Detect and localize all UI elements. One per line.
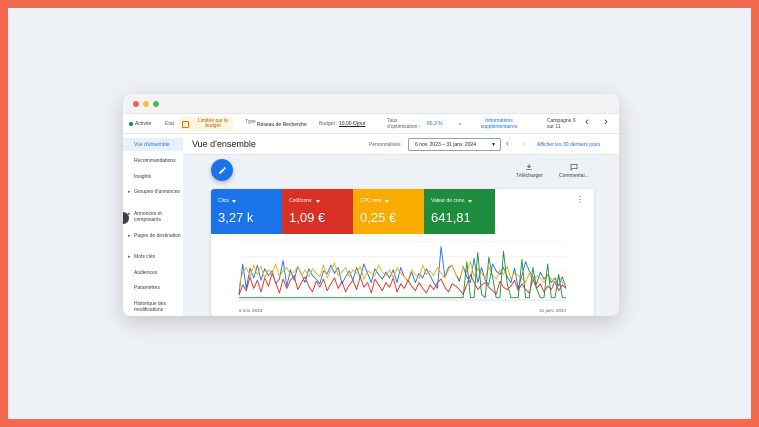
active-status-label: Activée <box>135 121 152 127</box>
metric-card-avg-cpc[interactable]: CPC moy. 0,25 € <box>353 189 424 234</box>
pencil-icon <box>218 166 226 174</box>
download-label: Télécharger <box>516 173 543 179</box>
metric-dropdown-icon <box>385 199 390 203</box>
budget-warning-icon <box>182 120 189 128</box>
metric-label: Valeur de conv. <box>431 198 466 204</box>
performance-card: Clics 3,27 k Coût/conv. 1,09 € CPC moy. … <box>211 189 594 316</box>
x-axis-end-label: 31 janv. 2024 <box>539 308 566 313</box>
date-range-value: 6 nov. 2023 – 31 janv. 2024 <box>415 141 476 148</box>
next-campaign-chevron-icon[interactable]: › <box>604 116 608 128</box>
metric-value: 3,27 k <box>218 210 254 225</box>
comment-icon <box>570 164 578 171</box>
sidebar-item-overview[interactable]: Vue d'ensemble <box>123 138 183 151</box>
metric-card-conv-value[interactable]: Valeur de conv. 641,81 <box>424 189 495 234</box>
previous-campaign-chevron-icon[interactable]: ‹ <box>585 116 589 128</box>
window-titlebar <box>123 94 619 114</box>
sidebar-item-label: Mots clés <box>134 254 156 260</box>
metric-label: Coût/conv. <box>289 198 313 204</box>
campaign-active-status[interactable]: Activée <box>129 121 151 127</box>
maximize-window-dot[interactable] <box>153 101 159 107</box>
expand-chevron-icon: ▸ <box>128 189 131 195</box>
previous-period-chevron-icon[interactable]: ‹ <box>506 138 509 148</box>
next-period-chevron-icon[interactable]: › <box>522 138 525 148</box>
optimization-score-label: Taux d'optimisation : <box>387 118 421 130</box>
campaign-status-bar: Activée État Limitée par le budget Type … <box>123 114 619 134</box>
sidebar-item-label: Recommandations <box>134 158 176 164</box>
budget-limited-label: Limitée par le budget <box>197 118 228 129</box>
sidebar-nav: Vue d'ensemble Recommandations Insights … <box>123 135 183 316</box>
metric-dropdown-icon <box>231 199 236 203</box>
sidebar-item-settings[interactable]: Paramètres <box>123 285 183 291</box>
sidebar-item-landing-pages[interactable]: ▸ Pages de destination <box>123 233 183 239</box>
more-info-link[interactable]: Informations supplémentaires <box>474 118 524 130</box>
budget-value-link[interactable]: 10,00 €/jour <box>339 121 365 127</box>
comment-button[interactable]: Commentai... <box>559 163 589 179</box>
metric-value: 0,25 € <box>360 210 397 225</box>
sidebar-item-change-history[interactable]: Historique des modifications <box>123 301 181 313</box>
minimize-window-dot[interactable] <box>143 101 149 107</box>
main-content: Vue d'ensemble Personnalisée 6 nov. 2023… <box>183 135 619 316</box>
metric-label: CPC moy. <box>360 198 383 204</box>
optimization-score-value[interactable]: 65,3 % <box>427 121 443 127</box>
budget-limited-badge[interactable]: Limitée par le budget <box>179 117 233 131</box>
budget-label: Budget : <box>319 121 338 127</box>
performance-line-chart: 6 nov. 2023 31 janv. 2024 <box>238 241 567 313</box>
page-header: Vue d'ensemble Personnalisée 6 nov. 2023… <box>183 135 619 155</box>
custom-range-label: Personnalisée <box>369 142 401 148</box>
campaign-type-label: Type <box>245 119 256 125</box>
campaign-counter: Campagne 6 sur 11 <box>547 118 576 130</box>
sidebar-item-label: Groupes d'annonces <box>134 189 180 195</box>
sidebar-item-label: Insights <box>134 174 152 180</box>
edit-fab-button[interactable] <box>211 159 233 181</box>
sidebar-item-ads-assets[interactable]: ▸ Annonces et composants <box>123 211 183 223</box>
last-30-days-link[interactable]: Afficher les 30 derniers jours <box>537 142 600 148</box>
status-expand-chevron-icon[interactable]: ⌄ <box>457 119 463 127</box>
date-range-picker[interactable]: 6 nov. 2023 – 31 janv. 2024 ▼ <box>408 138 501 151</box>
metric-dropdown-icon <box>315 199 320 203</box>
sidebar-item-label: Historique des modifications <box>134 301 166 313</box>
more-options-icon[interactable]: ⋮ <box>576 196 584 204</box>
expand-chevron-icon: ▸ <box>128 233 131 239</box>
metric-card-clicks[interactable]: Clics 3,27 k <box>211 189 282 234</box>
expand-chevron-icon: ▸ <box>128 254 131 260</box>
metric-value: 1,09 € <box>289 210 326 225</box>
sidebar-item-insights[interactable]: Insights <box>123 174 183 180</box>
sidebar-item-audiences[interactable]: Audiences <box>123 270 183 276</box>
sidebar-item-label: Annonces et composants <box>134 211 162 223</box>
metric-label: Clics <box>218 198 229 204</box>
comment-label: Commentai... <box>559 173 589 179</box>
sidebar-item-ad-groups[interactable]: ▸ Groupes d'annonces <box>123 189 183 195</box>
metric-value: 641,81 <box>431 210 471 225</box>
sidebar-item-label: Pages de destination <box>134 233 181 239</box>
browser-window: Activée État Limitée par le budget Type … <box>123 94 619 316</box>
sidebar-item-recommendations[interactable]: Recommandations <box>123 158 183 164</box>
campaign-type-value: Réseau de Recherche <box>257 122 307 128</box>
sidebar-item-label: Audiences <box>134 270 158 276</box>
sidebar-item-label: Vue d'ensemble <box>134 141 170 148</box>
series-line-cost-per-conv <box>238 272 567 296</box>
metric-dropdown-icon <box>468 199 473 203</box>
sidebar-item-keywords[interactable]: ▸ Mots clés <box>123 254 183 260</box>
metric-card-cost-per-conv[interactable]: Coût/conv. 1,09 € <box>282 189 353 234</box>
sidebar-item-label: Paramètres <box>134 285 160 291</box>
x-axis-start-label: 6 nov. 2023 <box>239 308 263 313</box>
etat-label: État <box>165 121 174 127</box>
page-title: Vue d'ensemble <box>192 139 256 149</box>
active-status-dot-icon <box>129 122 133 126</box>
download-button[interactable]: Télécharger <box>516 163 543 179</box>
dropdown-arrow-icon: ▼ <box>491 142 496 148</box>
download-icon <box>526 164 533 170</box>
close-window-dot[interactable] <box>133 101 139 107</box>
